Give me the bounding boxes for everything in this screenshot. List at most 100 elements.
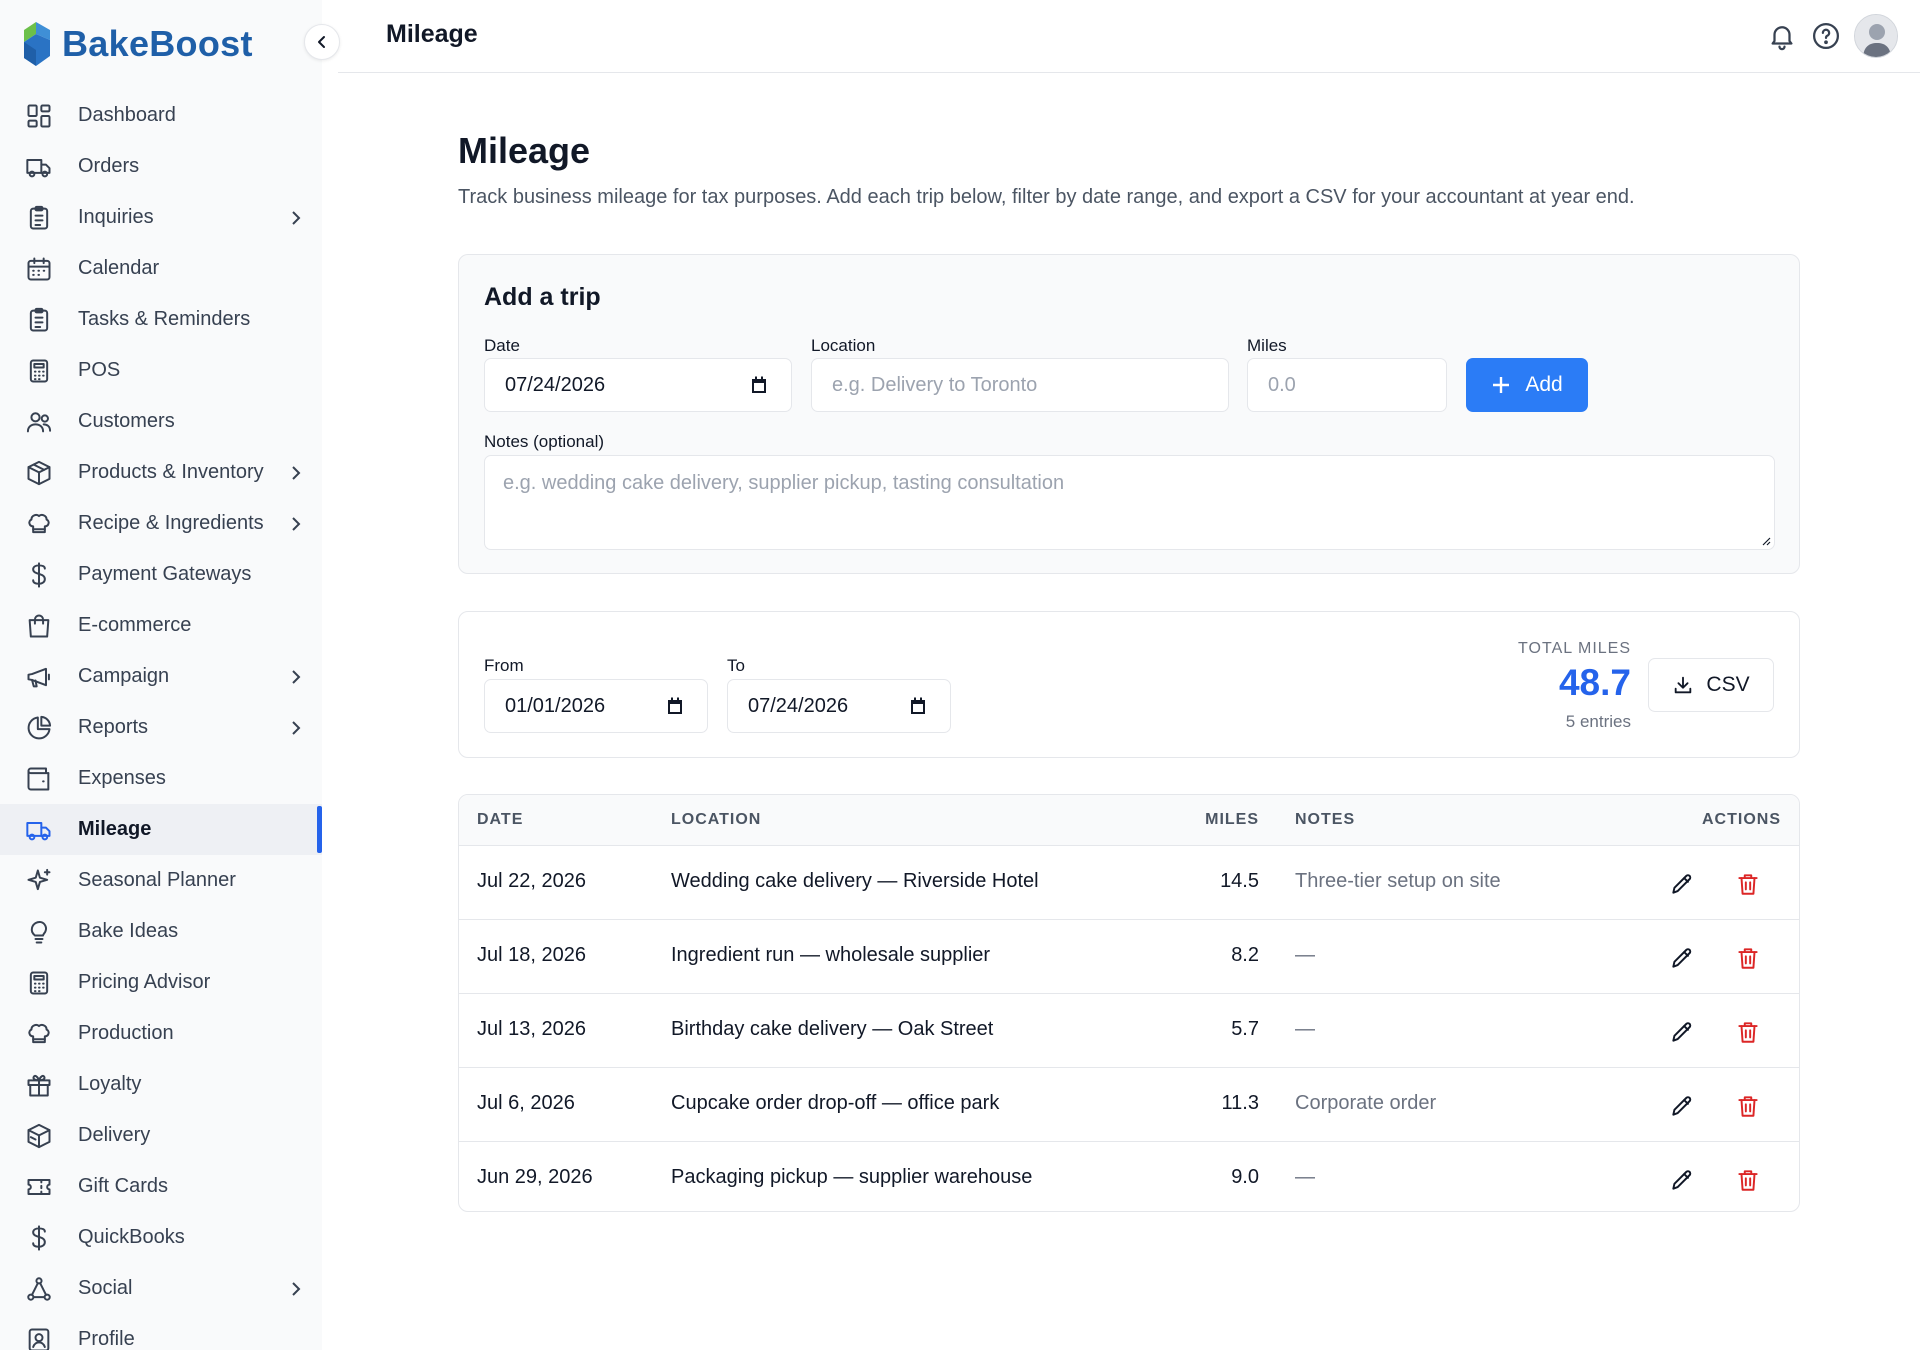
bell-icon <box>1771 26 1793 51</box>
sidebar-item-delivery[interactable]: Delivery <box>0 1110 322 1161</box>
table-row: Jul 18, 2026 Ingredient run — wholesale s… <box>459 920 1799 994</box>
sidebar-item-label: Profile <box>78 1328 135 1350</box>
sidebar-item-inquiries[interactable]: Inquiries <box>0 192 322 243</box>
sidebar-item-expenses[interactable]: Expenses <box>0 753 322 804</box>
dollar-icon <box>24 560 54 590</box>
wallet-icon <box>24 764 54 794</box>
miles-placeholder: 0.0 <box>1268 373 1296 396</box>
sidebar-item-e-commerce[interactable]: E-commerce <box>0 600 322 651</box>
column-header-notes[interactable]: NOTES <box>1295 811 1355 829</box>
sidebar-item-production[interactable]: Production <box>0 1008 322 1059</box>
delete-trip-button[interactable] <box>1735 1019 1761 1045</box>
trash-icon <box>1738 1096 1758 1117</box>
sidebar-item-pricing-advisor[interactable]: Pricing Advisor <box>0 957 322 1008</box>
sidebar-item-calendar[interactable]: Calendar <box>0 243 322 294</box>
sidebar: BakeBoost Dashboard Orders Inquiries Calend… <box>0 0 322 1350</box>
edit-trip-button[interactable] <box>1669 945 1695 971</box>
edit-trip-button[interactable] <box>1669 1093 1695 1119</box>
delete-trip-button[interactable] <box>1735 945 1761 971</box>
sidebar-item-gift-cards[interactable]: Gift Cards <box>0 1161 322 1212</box>
sidebar-item-pos[interactable]: POS <box>0 345 322 396</box>
column-header-date[interactable]: DATE <box>477 811 523 829</box>
sidebar-item-orders[interactable]: Orders <box>0 141 322 192</box>
sidebar-item-loyalty[interactable]: Loyalty <box>0 1059 322 1110</box>
chevron-right-icon <box>286 514 306 534</box>
sidebar-item-label: Inquiries <box>78 206 154 228</box>
add-trip-heading: Add a trip <box>484 283 601 311</box>
calculator-icon <box>24 356 54 386</box>
sidebar-item-dashboard[interactable]: Dashboard <box>0 90 322 141</box>
chef-hat-icon <box>24 1019 54 1049</box>
sidebar-item-profile[interactable]: Profile <box>0 1314 322 1350</box>
sidebar-item-recipe-ingredients[interactable]: Recipe & Ingredients <box>0 498 322 549</box>
user-card-icon <box>24 1325 54 1350</box>
sidebar-item-label: Delivery <box>78 1124 151 1146</box>
sidebar-item-label: QuickBooks <box>78 1226 185 1248</box>
cell-miles: 14.5 <box>1220 870 1259 892</box>
column-header-location[interactable]: LOCATION <box>671 811 761 829</box>
help-button[interactable] <box>1808 18 1844 54</box>
dollar-icon <box>24 1223 54 1253</box>
sidebar-item-label: Products & Inventory <box>78 461 264 483</box>
sidebar-item-label: Production <box>78 1022 174 1044</box>
entries-count: 5 entries <box>1565 712 1631 731</box>
date-input[interactable]: 07/24/2026 <box>484 358 792 412</box>
truck-icon <box>24 152 54 182</box>
sidebar-item-social[interactable]: Social <box>0 1263 322 1314</box>
sidebar-item-products-inventory[interactable]: Products & Inventory <box>0 447 322 498</box>
sidebar-item-label: Orders <box>78 155 140 177</box>
package-icon <box>24 1121 54 1151</box>
calendar-picker-icon[interactable] <box>665 696 685 716</box>
sidebar-item-campaign[interactable]: Campaign <box>0 651 322 702</box>
sidebar-item-seasonal-planner[interactable]: Seasonal Planner <box>0 855 322 906</box>
chevron-right-icon <box>286 718 306 738</box>
delete-trip-button[interactable] <box>1735 871 1761 897</box>
dashboard-icon <box>24 101 54 131</box>
sidebar-nav: Dashboard Orders Inquiries Calendar Tasks & … <box>0 90 322 1350</box>
sidebar-item-label: Seasonal Planner <box>78 869 236 891</box>
sidebar-item-tasks-reminders[interactable]: Tasks & Reminders <box>0 294 322 345</box>
sidebar-item-reports[interactable]: Reports <box>0 702 322 753</box>
sidebar-item-label: POS <box>78 359 121 381</box>
to-date-value: 07/24/2026 <box>748 694 849 717</box>
sidebar-item-quickbooks[interactable]: QuickBooks <box>0 1212 322 1263</box>
from-date-input[interactable]: 01/01/2026 <box>484 679 708 733</box>
add-trip-button[interactable]: Add <box>1466 358 1588 412</box>
sidebar-item-mileage[interactable]: Mileage <box>0 804 322 855</box>
sidebar-item-label: Dashboard <box>78 104 176 126</box>
table-row: Jul 22, 2026 Wedding cake delivery — Rive… <box>459 846 1799 920</box>
trash-icon <box>1738 1170 1758 1191</box>
mileage-table: DATE LOCATION MILES NOTES ACTIONS Jul 22… <box>458 794 1800 1212</box>
sidebar-item-bake-ideas[interactable]: Bake Ideas <box>0 906 322 957</box>
sidebar-item-label: Reports <box>78 716 149 738</box>
edit-trip-button[interactable] <box>1669 871 1695 897</box>
sidebar-item-label: Mileage <box>78 818 152 840</box>
collapse-sidebar-button[interactable] <box>304 24 340 60</box>
sidebar-item-customers[interactable]: Customers <box>0 396 322 447</box>
notes-textarea[interactable]: e.g. wedding cake delivery, supplier pic… <box>484 455 1775 550</box>
delete-trip-button[interactable] <box>1735 1167 1761 1193</box>
calendar-picker-icon[interactable] <box>749 375 769 395</box>
export-csv-button[interactable]: CSV <box>1648 658 1774 712</box>
column-header-miles[interactable]: MILES <box>1205 811 1259 829</box>
table-header: DATE LOCATION MILES NOTES ACTIONS <box>459 795 1799 846</box>
trash-icon <box>1738 948 1758 969</box>
brand-logo[interactable]: BakeBoost <box>22 16 253 72</box>
ticket-icon <box>24 1172 54 1202</box>
user-avatar[interactable] <box>1854 14 1898 58</box>
to-date-input[interactable]: 07/24/2026 <box>727 679 951 733</box>
location-input[interactable]: e.g. Delivery to Toronto <box>811 358 1229 412</box>
cell-notes: — <box>1295 1018 1315 1040</box>
edit-trip-button[interactable] <box>1669 1019 1695 1045</box>
sidebar-item-payment-gateways[interactable]: Payment Gateways <box>0 549 322 600</box>
help-circle-icon <box>1813 23 1839 49</box>
miles-input[interactable]: 0.0 <box>1247 358 1447 412</box>
calendar-picker-icon[interactable] <box>908 696 928 716</box>
resize-grip-icon[interactable] <box>1759 534 1771 546</box>
delete-trip-button[interactable] <box>1735 1093 1761 1119</box>
cell-notes: Corporate order <box>1295 1092 1437 1114</box>
pencil-icon <box>1672 1170 1692 1190</box>
cell-miles: 8.2 <box>1231 944 1259 966</box>
edit-trip-button[interactable] <box>1669 1167 1695 1193</box>
notifications-button[interactable] <box>1764 18 1800 54</box>
